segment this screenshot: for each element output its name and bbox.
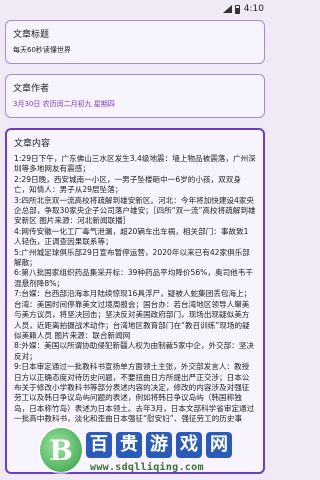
content-item: 3:四所北京双一流高校将疏解到雄安新区。河北：今年将加快建设4家央企总部，争取3… [14,195,256,226]
watermark-char: 游 [146,432,172,458]
author-card-label: 文章作者 [13,84,50,94]
battery-icon [234,4,240,14]
watermark-char: 戏 [176,432,202,458]
content-item: 2:29日晚，西安城南一小区，一男子坠楼砸中一6岁的小孩，双双身亡，知情人：男子… [14,174,241,195]
content-item: 4:网传安徽一化工厂毒气泄漏，超20辆车出车祸，相关部门：事故致1人轻伤，正调查… [14,226,249,247]
watermark-char: 网 [206,432,232,458]
content-card[interactable]: 文章内容 1:29日下午，广东佛山三水区发生3.4级地震：墙上物品被震落，广州深… [5,128,265,474]
content-item: 5:广州城足球俱乐部29日宣布暂停运营，2020年以来已有42家俱乐部解散； [14,247,250,268]
author-card-value: 3月30日 农历闰二月初九 星期四 [13,100,115,108]
watermark-title: 百 贵 游 戏 网 [86,432,232,458]
signal-icon [222,5,232,13]
content-item: 8:外媒：美国以所谓协助侵犯新疆人权为由制裁5家中企，外交部：坚决反对； [14,341,255,361]
title-card: 文章标题 每天60秒读懂世界 [5,20,265,64]
content-item: 7:台媒：台西部沿海本月陆续惊现16具浮尸，疑被人蛇集团丢包海上；台湾：美国时间… [14,289,252,340]
watermark-char: 百 [86,432,112,458]
author-card: 文章作者 3月30日 农历闰二月初九 星期四 [5,74,265,118]
status-bar: 4:10 [0,0,270,18]
watermark-logo-letter: B [49,433,73,467]
watermark-url: www.sdqlliqing.com [90,462,204,473]
content-item: 6:第八批国家组织药品集采开标：39种药品平均降价56%，奥司他韦干混悬剂降8%… [14,268,253,288]
content-card-label: 文章内容 [14,139,51,149]
status-icons [222,4,240,14]
watermark-logo-icon: B [40,428,82,472]
article-content[interactable]: 1:29日下午，广东佛山三水区发生3.4级地震：墙上物品被震落，广州深圳等多地网… [14,154,256,425]
watermark-char: 贵 [116,432,142,458]
title-card-value: 每天60秒读懂世界 [13,46,71,54]
content-item: 1:29日下午，广东佛山三水区发生3.4级地震：墙上物品被震落，广州深圳等多地网… [14,154,256,174]
status-time: 4:10 [243,4,264,14]
content-item: 9:日本审定通过一批教科书宣扬单方面领土主张，外交部发言人：教授日方以正确态度对… [14,362,255,424]
title-card-label: 文章标题 [13,30,50,40]
